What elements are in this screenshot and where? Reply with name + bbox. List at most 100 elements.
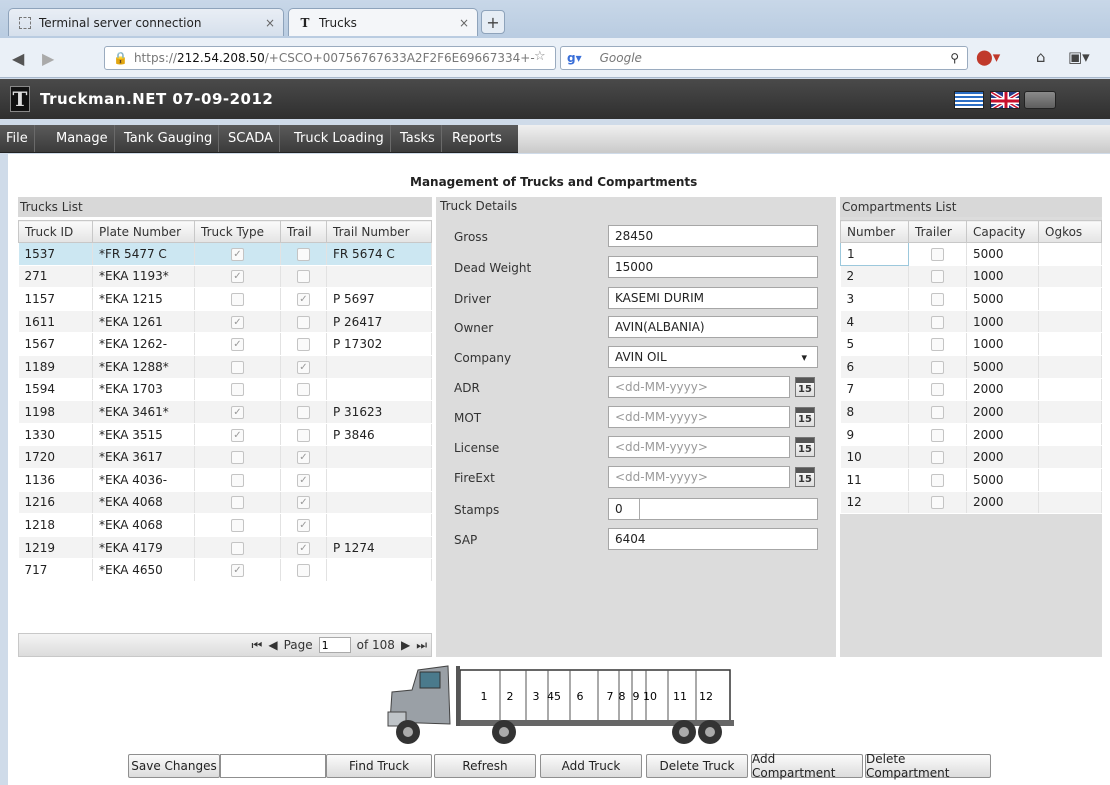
add-compartment-button[interactable]: Add Compartment — [751, 752, 863, 780]
calendar-icon[interactable]: 15 — [795, 437, 815, 457]
sap-field[interactable]: 6404 — [608, 528, 818, 550]
col-plate-number[interactable]: Plate Number — [92, 220, 195, 243]
table-row[interactable]: 1157 *EKA 1215 ✓ P 5697 — [18, 287, 432, 311]
col-capacity[interactable]: Capacity — [966, 220, 1039, 243]
table-row[interactable]: 1 5000 — [840, 242, 1102, 266]
truck-type-checkbox[interactable]: ✓ — [231, 338, 244, 352]
delete-compartment-button[interactable]: Delete Compartment — [865, 752, 991, 780]
col-number[interactable]: Number — [840, 220, 909, 243]
table-row[interactable]: 1136 *EKA 4036- ✓ — [18, 468, 432, 492]
next-page-icon[interactable]: ▶ — [401, 638, 410, 652]
refresh-button[interactable]: Refresh — [434, 754, 536, 778]
table-row[interactable]: 6 5000 — [840, 355, 1102, 379]
add-truck-button[interactable]: Add Truck — [540, 754, 642, 778]
gross-field[interactable]: 28450 — [608, 225, 818, 247]
license-field[interactable]: <dd-MM-yyyy> — [608, 436, 790, 458]
table-row[interactable]: 1594 *EKA 1703 — [18, 378, 432, 402]
trail-checkbox[interactable]: ✓ — [297, 541, 310, 555]
table-row[interactable]: 12 2000 — [840, 491, 1102, 515]
trailer-checkbox[interactable] — [931, 451, 944, 465]
truck-type-checkbox[interactable] — [231, 496, 244, 510]
trail-checkbox[interactable] — [297, 247, 310, 261]
menu-tank-gauging[interactable]: Tank Gauging — [118, 125, 220, 152]
delete-truck-button[interactable]: Delete Truck — [646, 754, 748, 778]
prev-page-icon[interactable]: ◀ — [268, 638, 277, 652]
table-row[interactable]: 1198 *EKA 3461* ✓ P 31623 — [18, 400, 432, 424]
table-row[interactable]: 1218 *EKA 4068 ✓ — [18, 513, 432, 537]
truck-type-checkbox[interactable]: ✓ — [231, 247, 244, 261]
trail-checkbox[interactable] — [297, 315, 310, 329]
table-row[interactable]: 7 2000 — [840, 378, 1102, 402]
close-tab-icon[interactable]: × — [265, 16, 275, 30]
table-row[interactable]: 1216 *EKA 4068 ✓ — [18, 491, 432, 515]
table-row[interactable]: 1720 *EKA 3617 ✓ — [18, 445, 432, 469]
find-truck-button[interactable]: Find Truck — [326, 754, 432, 778]
truck-type-checkbox[interactable] — [231, 541, 244, 555]
tab-trucks[interactable]: T Trucks × — [288, 8, 478, 36]
truck-type-checkbox[interactable]: ✓ — [231, 405, 244, 419]
trail-checkbox[interactable] — [297, 338, 310, 352]
trail-checkbox[interactable] — [297, 383, 310, 397]
last-page-icon[interactable]: ⏭ — [416, 638, 427, 653]
table-row[interactable]: 11 5000 — [840, 468, 1102, 492]
trailer-checkbox[interactable] — [931, 405, 944, 419]
calendar-icon[interactable]: 15 — [795, 377, 815, 397]
menu-truck-loading[interactable]: Truck Loading — [288, 125, 391, 152]
owner-field[interactable]: AVIN(ALBANIA) — [608, 316, 818, 338]
trail-checkbox[interactable]: ✓ — [297, 473, 310, 487]
trail-checkbox[interactable] — [297, 270, 310, 284]
trail-checkbox[interactable]: ✓ — [297, 292, 310, 306]
address-bar[interactable]: 🔒 https://212.54.208.50/+CSCO+0075676763… — [104, 46, 556, 70]
trailer-checkbox[interactable] — [931, 360, 944, 374]
trail-checkbox[interactable]: ✓ — [297, 451, 310, 465]
menu-tasks[interactable]: Tasks — [394, 125, 442, 152]
truck-type-checkbox[interactable] — [231, 383, 244, 397]
close-tab-icon[interactable]: × — [459, 16, 469, 30]
trailer-checkbox[interactable] — [931, 473, 944, 487]
trail-checkbox[interactable]: ✓ — [297, 360, 310, 374]
calendar-icon[interactable]: 15 — [795, 407, 815, 427]
trail-checkbox[interactable] — [297, 564, 310, 578]
tab-terminal-server[interactable]: Terminal server connection × — [8, 8, 284, 36]
truck-type-checkbox[interactable]: ✓ — [231, 564, 244, 578]
col-trail[interactable]: Trail — [280, 220, 327, 243]
trailer-checkbox[interactable] — [931, 496, 944, 510]
trailer-checkbox[interactable] — [931, 428, 944, 442]
stamps-field[interactable]: 0 — [608, 498, 818, 520]
table-row[interactable]: 271 *EKA 1193* ✓ — [18, 265, 432, 289]
table-row[interactable]: 1537 *FR 5477 C ✓ FR 5674 C — [18, 242, 432, 266]
trail-checkbox[interactable]: ✓ — [297, 518, 310, 532]
col-trail-number[interactable]: Trail Number — [326, 220, 432, 243]
table-row[interactable]: 5 1000 — [840, 332, 1102, 356]
trail-checkbox[interactable] — [297, 428, 310, 442]
table-row[interactable]: 8 2000 — [840, 400, 1102, 424]
trailer-checkbox[interactable] — [931, 247, 944, 261]
table-row[interactable]: 10 2000 — [840, 445, 1102, 469]
col-ogkos[interactable]: Ogkos — [1038, 220, 1102, 243]
table-row[interactable]: 1567 *EKA 1262- ✓ P 17302 — [18, 332, 432, 356]
trailer-checkbox[interactable] — [931, 338, 944, 352]
col-truck-type[interactable]: Truck Type — [194, 220, 281, 243]
find-truck-input[interactable] — [220, 754, 326, 778]
trailer-checkbox[interactable] — [931, 383, 944, 397]
save-changes-button[interactable]: Save Changes — [128, 754, 220, 778]
menu-manage[interactable]: Manage — [50, 125, 115, 152]
table-row[interactable]: 2 1000 — [840, 265, 1102, 289]
trailer-checkbox[interactable] — [931, 270, 944, 284]
uk-flag-icon[interactable] — [990, 91, 1020, 109]
truck-type-checkbox[interactable] — [231, 518, 244, 532]
first-page-icon[interactable]: ⏮ — [252, 638, 263, 653]
adblock-icon[interactable]: ⬤▾ — [976, 48, 1000, 66]
table-row[interactable]: 1219 *EKA 4179 ✓ P 1274 — [18, 536, 432, 560]
table-row[interactable]: 9 2000 — [840, 423, 1102, 447]
dead-weight-field[interactable]: 15000 — [608, 256, 818, 278]
truck-type-checkbox[interactable] — [231, 360, 244, 374]
trail-checkbox[interactable]: ✓ — [297, 496, 310, 510]
table-row[interactable]: 1189 *EKA 1288* ✓ — [18, 355, 432, 379]
adr-field[interactable]: <dd-MM-yyyy> — [608, 376, 790, 398]
table-row[interactable]: 717 *EKA 4650 ✓ — [18, 558, 432, 582]
forward-icon[interactable]: ▶ — [42, 49, 54, 68]
table-row[interactable]: 4 1000 — [840, 310, 1102, 334]
table-row[interactable]: 3 5000 — [840, 287, 1102, 311]
search-icon[interactable]: ⚲ — [950, 51, 959, 65]
